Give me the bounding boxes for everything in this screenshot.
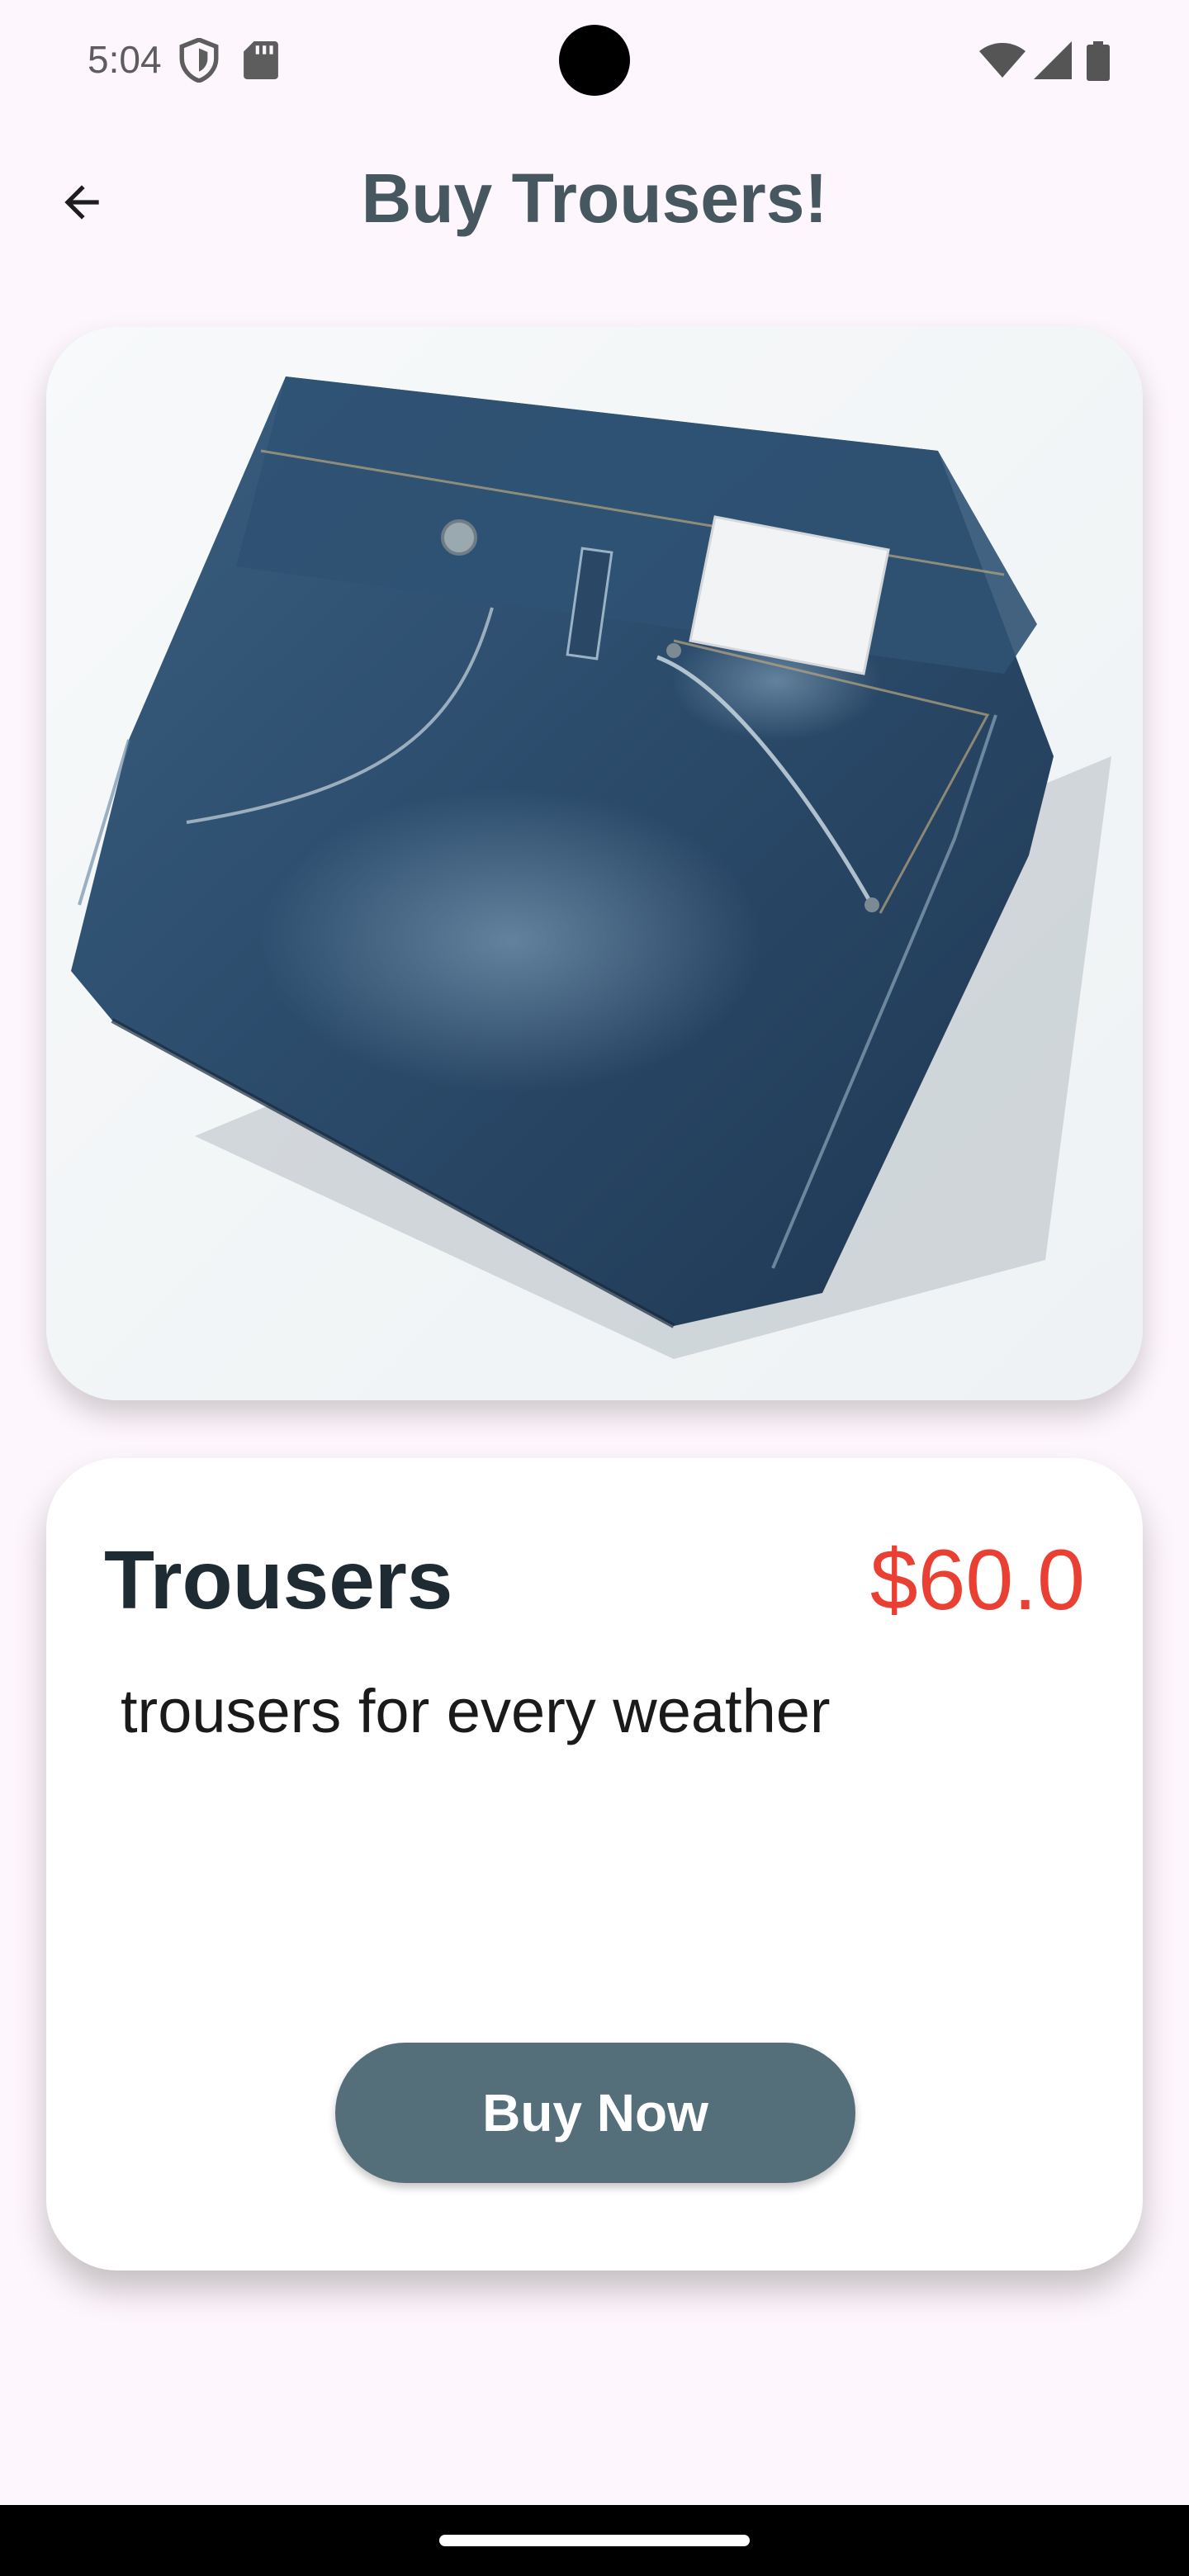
product-image-card [46,327,1143,1400]
product-image [46,327,1143,1400]
product-price: $60.0 [869,1532,1085,1628]
app-bar: Buy Trousers! [0,124,1189,281]
camera-cutout [559,25,630,96]
product-description: trousers for every weather [121,1677,831,1745]
page-title: Buy Trousers! [361,159,828,237]
signal-icon [1034,41,1072,79]
status-time: 5:04 [88,38,162,81]
sd-card-icon [244,41,278,79]
shield-icon [179,38,219,83]
navigation-bar [0,2505,1189,2576]
product-name: Trousers [104,1534,453,1627]
battery-icon [1087,41,1110,81]
product-info-card: Trousers $60.0 trousers for every weathe… [46,1458,1143,2271]
buy-now-button[interactable]: Buy Now [335,2043,855,2183]
status-bar: 5:04 [0,0,1189,124]
home-gesture-handle[interactable] [439,2535,750,2546]
wifi-icon [979,43,1026,78]
